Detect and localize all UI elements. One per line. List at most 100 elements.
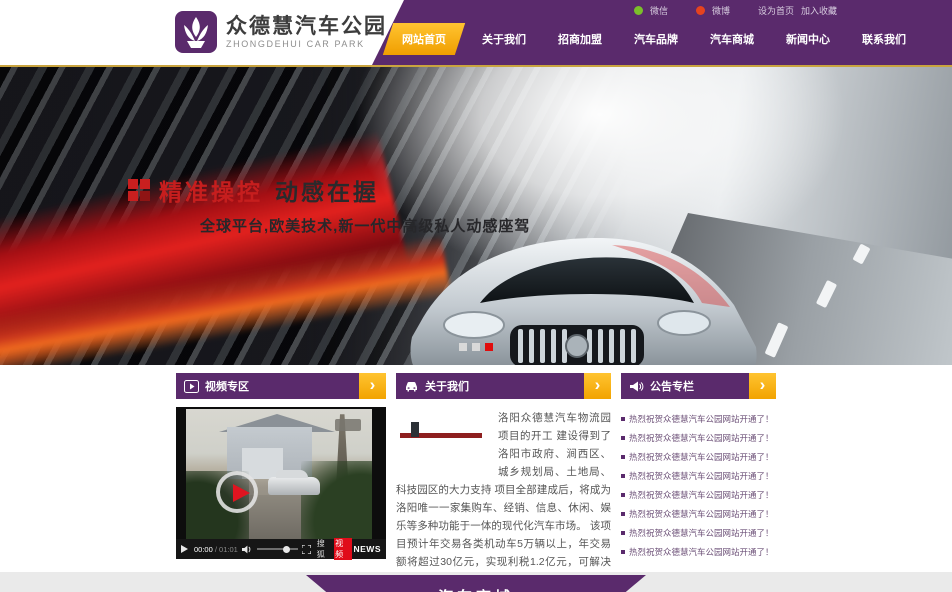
carousel-dot-2[interactable] bbox=[472, 343, 480, 351]
notice-text: 热烈祝贺众德慧汽车公园网站开通了！ bbox=[629, 489, 774, 501]
add-favorite-link[interactable]: 加入收藏 bbox=[801, 4, 837, 17]
nav-item-about[interactable]: 关于我们 bbox=[466, 23, 542, 55]
hero-banner: 精准操控 动感在握 全球平台,欧美技术,新一代中高级私人动感座驾 bbox=[0, 65, 952, 365]
notice-text: 热烈祝贺众德慧汽车公园网站开通了！ bbox=[629, 432, 774, 444]
brand-shipin: 视频 bbox=[334, 538, 351, 560]
bush-right bbox=[301, 461, 372, 539]
notice-item[interactable]: 热烈祝贺众德慧汽车公园网站开通了！ bbox=[621, 504, 776, 523]
video-column: 视频专区 › 00:00 / 01:01 bbox=[176, 373, 386, 589]
video-icon bbox=[184, 380, 199, 393]
video-brand: 搜狐 视频 NEWS bbox=[317, 538, 381, 560]
video-section-title: 视频专区 bbox=[205, 378, 359, 394]
header-purple-panel: 微信 微博 设为首页 加入收藏 网站首页 关于我们 招商加盟 汽车品牌 汽车商城… bbox=[372, 0, 952, 65]
site-logo[interactable]: 众德慧汽车公园 ZHONGDEHUI CAR PARK bbox=[175, 11, 387, 53]
about-column: 关于我们 › 洛阳众德慧汽车物流园项目的开工 建设得到了洛阳市政府、涧西区、城乡… bbox=[396, 373, 611, 589]
nav-item-news[interactable]: 新闻中心 bbox=[770, 23, 846, 55]
notice-item[interactable]: 热烈祝贺众德慧汽车公园网站开通了！ bbox=[621, 542, 776, 561]
time-total: / 01:01 bbox=[213, 545, 238, 554]
logo-text: 众德慧汽车公园 ZHONGDEHUI CAR PARK bbox=[226, 15, 387, 49]
about-body: 洛阳众德慧汽车物流园项目的开工 建设得到了洛阳市政府、涧西区、城乡规划局、土地局… bbox=[396, 409, 611, 589]
bullet-icon bbox=[621, 493, 625, 497]
nav-item-join[interactable]: 招商加盟 bbox=[542, 23, 618, 55]
video-section-header: 视频专区 › bbox=[176, 373, 386, 399]
time-current: 00:00 bbox=[194, 545, 213, 554]
bullet-icon bbox=[621, 512, 625, 516]
footer-section-banner: 汽车商城 bbox=[306, 575, 646, 592]
notice-text: 热烈祝贺众德慧汽车公园网站开通了！ bbox=[629, 508, 774, 520]
weibo-link[interactable]: 微博 bbox=[712, 4, 730, 17]
wechat-link[interactable]: 微信 bbox=[650, 4, 668, 17]
brand-news: NEWS bbox=[354, 544, 382, 554]
hero-subtitle: 全球平台,欧美技术,新一代中高级私人动感座驾 bbox=[200, 215, 530, 236]
car-in-video bbox=[268, 477, 320, 495]
notice-text: 热烈祝贺众德慧汽车公园网站开通了！ bbox=[629, 451, 774, 463]
bullet-icon bbox=[621, 550, 625, 554]
about-section-header: 关于我们 › bbox=[396, 373, 611, 399]
about-section-title: 关于我们 bbox=[425, 378, 584, 394]
video-control-bar: 00:00 / 01:01 搜狐 视频 NEWS bbox=[176, 539, 386, 559]
hero-title-dark: 动感在握 bbox=[275, 173, 379, 207]
notice-list: 热烈祝贺众德慧汽车公园网站开通了！ 热烈祝贺众德慧汽车公园网站开通了！ 热烈祝贺… bbox=[621, 409, 776, 561]
footer-strip: 汽车商城 bbox=[0, 572, 952, 592]
big-play-button[interactable] bbox=[216, 471, 258, 513]
silver-car-image bbox=[362, 223, 792, 365]
street-sign bbox=[335, 419, 361, 431]
about-photo[interactable] bbox=[396, 411, 490, 479]
weibo-icon bbox=[696, 6, 705, 15]
video-frame bbox=[186, 409, 372, 539]
bullet-icon bbox=[621, 436, 625, 440]
notice-item[interactable]: 热烈祝贺众德慧汽车公园网站开通了！ bbox=[621, 466, 776, 485]
carousel-dots bbox=[459, 343, 493, 351]
notice-section-title: 公告专栏 bbox=[650, 378, 749, 394]
play-icon[interactable] bbox=[181, 545, 188, 553]
notice-more-button[interactable]: › bbox=[749, 373, 776, 399]
car-icon bbox=[404, 380, 419, 393]
notice-column: 公告专栏 › 热烈祝贺众德慧汽车公园网站开通了！ 热烈祝贺众德慧汽车公园网站开通… bbox=[621, 373, 776, 589]
notice-text: 热烈祝贺众德慧汽车公园网站开通了！ bbox=[629, 470, 774, 482]
site-name-en: ZHONGDEHUI CAR PARK bbox=[226, 39, 387, 49]
photo-statue bbox=[411, 422, 419, 437]
site-name: 众德慧汽车公园 bbox=[226, 15, 387, 39]
hero-caption: 精准操控 动感在握 全球平台,欧美技术,新一代中高级私人动感座驾 bbox=[128, 173, 530, 236]
notice-item[interactable]: 热烈祝贺众德慧汽车公园网站开通了！ bbox=[621, 428, 776, 447]
video-more-button[interactable]: › bbox=[359, 373, 386, 399]
notice-item[interactable]: 热烈祝贺众德慧汽车公园网站开通了！ bbox=[621, 409, 776, 428]
video-player[interactable]: 00:00 / 01:01 搜狐 视频 NEWS bbox=[176, 407, 386, 559]
hero-title-red: 精准操控 bbox=[159, 173, 263, 207]
about-more-button[interactable]: › bbox=[584, 373, 611, 399]
bullet-icon bbox=[621, 474, 625, 478]
nav-item-home-label: 网站首页 bbox=[402, 31, 446, 47]
logo-lotus-icon bbox=[175, 11, 217, 53]
notice-text: 热烈祝贺众德慧汽车公园网站开通了！ bbox=[629, 413, 774, 425]
notice-item[interactable]: 热烈祝贺众德慧汽车公园网站开通了！ bbox=[621, 523, 776, 542]
red-squares-icon bbox=[128, 179, 150, 201]
bullet-icon bbox=[621, 455, 625, 459]
carousel-dot-3-active[interactable] bbox=[485, 343, 493, 351]
notice-text: 热烈祝贺众德慧汽车公园网站开通了！ bbox=[629, 546, 774, 558]
brand-sohu: 搜狐 bbox=[317, 538, 332, 560]
nav-item-contact[interactable]: 联系我们 bbox=[846, 23, 922, 55]
megaphone-icon bbox=[629, 380, 644, 393]
notice-text: 热烈祝贺众德慧汽车公园网站开通了！ bbox=[629, 527, 774, 539]
notice-item[interactable]: 热烈祝贺众德慧汽车公园网站开通了！ bbox=[621, 447, 776, 466]
topbar: 微信 微博 设为首页 加入收藏 bbox=[372, 0, 952, 17]
wechat-icon bbox=[634, 6, 643, 15]
content-columns: 视频专区 › 00:00 / 01:01 bbox=[176, 365, 776, 589]
nav-item-brands[interactable]: 汽车品牌 bbox=[618, 23, 694, 55]
video-time: 00:00 / 01:01 bbox=[194, 545, 238, 554]
page: 众德慧汽车公园 ZHONGDEHUI CAR PARK 微信 微博 设为首页 加… bbox=[0, 0, 952, 592]
bullet-icon bbox=[621, 417, 625, 421]
fullscreen-icon[interactable] bbox=[302, 545, 311, 554]
main-nav: 网站首页 关于我们 招商加盟 汽车品牌 汽车商城 新闻中心 联系我们 bbox=[372, 24, 952, 54]
notice-item[interactable]: 热烈祝贺众德慧汽车公园网站开通了！ bbox=[621, 485, 776, 504]
nav-item-home[interactable]: 网站首页 bbox=[383, 23, 465, 55]
set-home-link[interactable]: 设为首页 bbox=[758, 4, 794, 17]
site-header: 众德慧汽车公园 ZHONGDEHUI CAR PARK 微信 微博 设为首页 加… bbox=[0, 0, 952, 65]
slider-knob[interactable] bbox=[283, 546, 290, 553]
seek-slider[interactable] bbox=[257, 548, 298, 550]
nav-item-mall[interactable]: 汽车商城 bbox=[694, 23, 770, 55]
volume-icon[interactable] bbox=[242, 545, 253, 554]
carousel-dot-1[interactable] bbox=[459, 343, 467, 351]
bullet-icon bbox=[621, 531, 625, 535]
notice-section-header: 公告专栏 › bbox=[621, 373, 776, 399]
